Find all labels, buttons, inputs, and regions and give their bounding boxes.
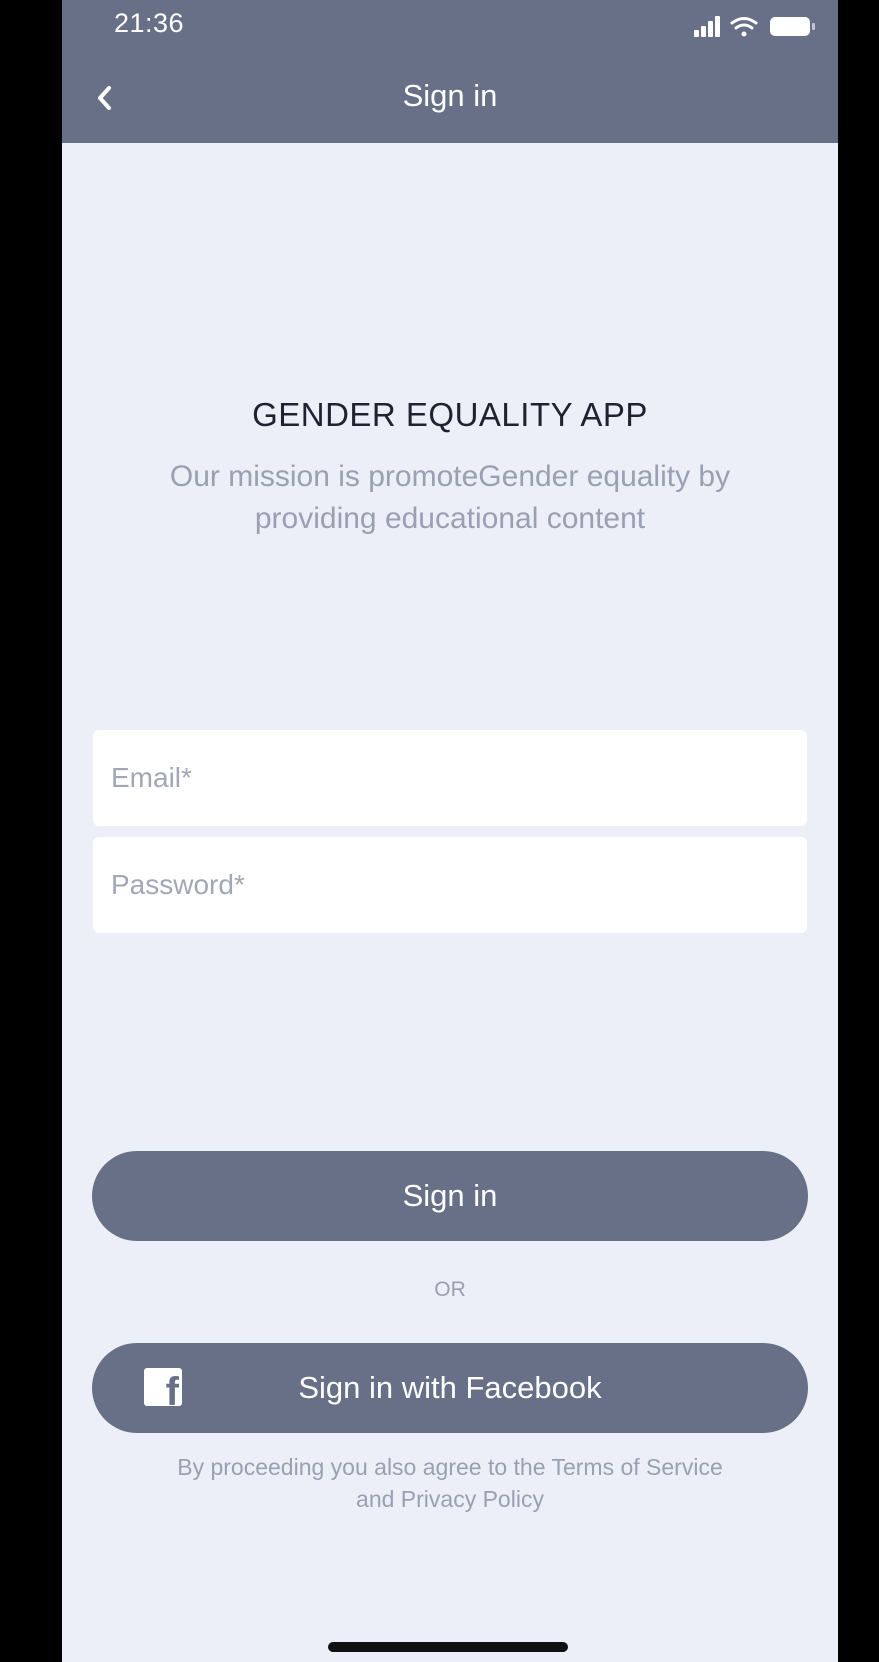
mission-text: Our mission is promoteGender equality by…: [132, 456, 768, 540]
page-title: Sign in: [402, 78, 498, 113]
mission-line-2: providing educational content: [254, 502, 646, 535]
mission-line-1: Our mission is promoteGender equality by: [169, 460, 731, 493]
status-time: 21:36: [114, 8, 185, 38]
email-field[interactable]: [93, 730, 807, 826]
status-icons: [694, 16, 815, 37]
terms-line-2: and Privacy Policy: [356, 1486, 544, 1512]
email-input[interactable]: [109, 761, 791, 795]
signal-icon: [694, 16, 720, 37]
wifi-icon: [730, 17, 758, 37]
app-header: 21:36 Sign in: [62, 0, 838, 143]
password-field[interactable]: [93, 837, 807, 933]
password-input[interactable]: [109, 868, 791, 902]
phone-screen: 21:36 Sign in GENDER EQUALITY APP Our mi…: [62, 0, 838, 1662]
or-divider: OR: [434, 1278, 466, 1301]
app-title: GENDER EQUALITY APP: [252, 396, 648, 433]
facebook-sign-in-button[interactable]: f Sign in with Facebook: [92, 1343, 808, 1433]
facebook-icon: f: [144, 1368, 182, 1406]
battery-icon: [770, 17, 815, 36]
terms-notice: By proceeding you also agree to the Term…: [132, 1451, 768, 1515]
terms-line-1: By proceeding you also agree to the Term…: [177, 1454, 723, 1480]
sign-in-button[interactable]: Sign in: [92, 1151, 808, 1241]
home-indicator: [328, 1642, 568, 1652]
sign-in-button-label: Sign in: [402, 1178, 498, 1213]
facebook-button-label: Sign in with Facebook: [298, 1370, 602, 1405]
